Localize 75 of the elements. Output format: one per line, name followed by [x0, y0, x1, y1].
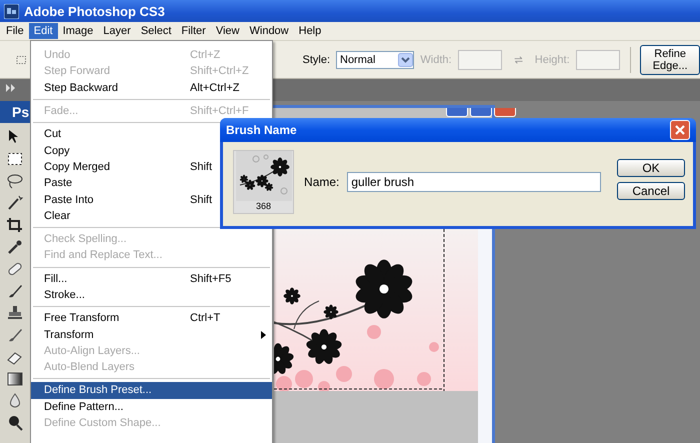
- style-value: Normal: [340, 54, 376, 66]
- maximize-button[interactable]: [470, 108, 492, 117]
- menu-item-label: Define Brush Preset...: [44, 384, 152, 396]
- dialog-title: Brush Name: [226, 123, 297, 137]
- shortcut-label: Ctrl+T: [190, 312, 220, 324]
- menu-item[interactable]: Select: [136, 23, 176, 39]
- shortcut-label: Shift: [190, 160, 212, 173]
- toolbox-title: Ps: [0, 101, 30, 123]
- menu-item-label: Find and Replace Text...: [44, 249, 162, 262]
- menu-item[interactable]: Step Backward Alt+Ctrl+Z: [31, 80, 272, 96]
- shortcut-label: Ctrl+Z: [190, 49, 220, 62]
- window-title: Adobe Photoshop CS3: [24, 4, 165, 18]
- app-icon: [4, 4, 19, 18]
- height-label: Height:: [534, 54, 570, 66]
- menu-item[interactable]: Free Transform Ctrl+T: [31, 310, 272, 326]
- marquee-icon[interactable]: [6, 151, 24, 167]
- double-arrow-icon[interactable]: [6, 84, 16, 92]
- gradient-icon[interactable]: [6, 371, 24, 387]
- minimize-button[interactable]: [446, 108, 468, 117]
- close-button[interactable]: [670, 120, 690, 140]
- close-button[interactable]: [494, 108, 516, 117]
- menu-item-label: Paste Into: [44, 194, 94, 206]
- submenu-arrow-icon: [261, 330, 266, 339]
- menu-item-label: Fill...: [44, 272, 68, 285]
- shortcut-label: Shift: [190, 194, 212, 206]
- menu-item[interactable]: Image: [58, 23, 98, 39]
- menu-item[interactable]: View: [210, 23, 244, 39]
- brush-icon[interactable]: [6, 327, 24, 343]
- menu-item-label: Check Spelling...: [44, 233, 127, 246]
- name-label: Name:: [304, 175, 340, 189]
- eyedropper-icon[interactable]: [6, 239, 24, 255]
- lasso-icon[interactable]: [6, 173, 24, 189]
- menu-item-label: Step Backward: [44, 82, 118, 94]
- menu-item-label: Auto-Blend Layers: [44, 361, 134, 374]
- cancel-button[interactable]: Cancel: [617, 182, 685, 200]
- menu-item-label: Free Transform: [44, 312, 120, 324]
- menu-item[interactable]: Define Brush Preset...: [31, 382, 272, 399]
- ok-button[interactable]: OK: [617, 158, 685, 176]
- menu-item-label: Auto-Align Layers...: [44, 344, 140, 357]
- menu-item-label: Define Pattern...: [44, 400, 124, 413]
- shortcut-label: Alt+Ctrl+Z: [190, 82, 240, 94]
- name-field[interactable]: guller brush: [347, 172, 601, 192]
- menu-item-label: Define Custom Shape...: [44, 417, 161, 430]
- menu-item-label: Clear: [44, 210, 70, 222]
- menu-item[interactable]: Help: [294, 23, 326, 39]
- width-label: Width:: [420, 54, 452, 66]
- close-icon: [674, 124, 686, 136]
- style-label: Style:: [302, 54, 330, 66]
- shortcut-label: Shift+Ctrl+Z: [190, 65, 249, 78]
- menu-item[interactable]: Transform: [31, 326, 272, 343]
- wand-icon[interactable]: [6, 195, 24, 211]
- shortcut-label: Shift+F5: [190, 272, 232, 285]
- crop-icon[interactable]: [6, 217, 24, 233]
- menu-item[interactable]: Layer: [98, 23, 136, 39]
- menu-item-label: Undo: [44, 49, 70, 62]
- shortcut-label: Shift+Ctrl+F: [190, 105, 249, 118]
- stamp-icon[interactable]: [6, 305, 24, 321]
- menu-item[interactable]: Window: [244, 23, 294, 39]
- menu-item-label: Copy Merged: [44, 160, 110, 173]
- menu-item[interactable]: Fill... Shift+F5: [31, 270, 272, 287]
- menu-item[interactable]: Stroke...: [31, 286, 272, 304]
- menu-item[interactable]: Edit: [28, 23, 58, 39]
- menu-item-label: Transform: [44, 328, 94, 341]
- menu-item-label: Step Forward: [44, 65, 110, 78]
- menu-item-label: Fade...: [44, 105, 78, 118]
- menu-item-label: Paste: [44, 177, 72, 190]
- brush-size-caption: 368: [256, 201, 272, 211]
- menu-item[interactable]: Define Pattern...: [31, 398, 272, 415]
- menu-item[interactable]: Filter: [176, 23, 211, 39]
- menu-item-label: Stroke...: [44, 289, 85, 301]
- menu-item-label: Copy: [44, 144, 70, 157]
- brush-icon[interactable]: [6, 283, 24, 299]
- style-dropdown[interactable]: Normal: [336, 50, 414, 68]
- menu-item[interactable]: File: [1, 23, 29, 39]
- refine-edge-button[interactable]: Refine Edge...: [640, 44, 700, 74]
